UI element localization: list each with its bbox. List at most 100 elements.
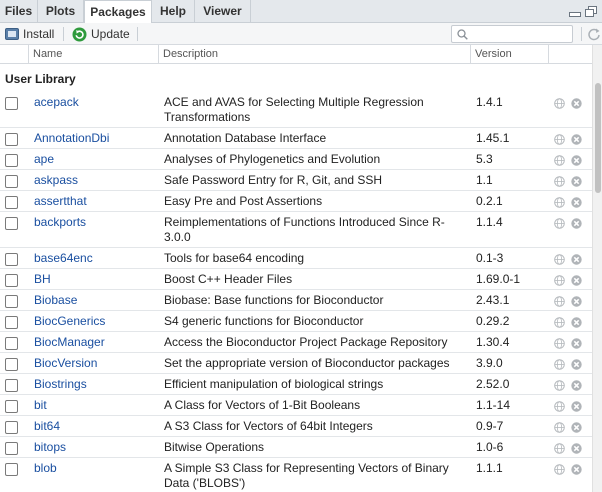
package-search-input[interactable] bbox=[472, 27, 570, 41]
globe-icon[interactable] bbox=[554, 197, 565, 208]
package-name-link[interactable]: BiocVersion bbox=[34, 356, 97, 370]
globe-icon[interactable] bbox=[554, 338, 565, 349]
package-load-checkbox[interactable] bbox=[5, 442, 18, 455]
globe-icon[interactable] bbox=[554, 275, 565, 286]
package-load-checkbox[interactable] bbox=[5, 358, 18, 371]
package-description: Reimplementations of Functions Introduce… bbox=[164, 215, 445, 244]
globe-icon[interactable] bbox=[554, 422, 565, 433]
package-load-checkbox[interactable] bbox=[5, 400, 18, 413]
package-name-link[interactable]: assertthat bbox=[34, 194, 87, 208]
remove-icon[interactable] bbox=[571, 176, 582, 187]
package-load-checkbox[interactable] bbox=[5, 253, 18, 266]
package-name-link[interactable]: blob bbox=[34, 461, 57, 475]
package-load-checkbox[interactable] bbox=[5, 421, 18, 434]
remove-icon[interactable] bbox=[571, 464, 582, 475]
column-header-description[interactable]: Description bbox=[158, 45, 470, 64]
package-version: 2.52.0 bbox=[476, 377, 510, 391]
package-row: base64enc Tools for base64 encoding 0.1-3 bbox=[0, 248, 592, 269]
package-row: BiocManager Access the Bioconductor Proje… bbox=[0, 332, 592, 353]
package-load-checkbox[interactable] bbox=[5, 217, 18, 230]
scrollbar-thumb[interactable] bbox=[595, 83, 601, 193]
globe-icon[interactable] bbox=[554, 443, 565, 454]
tab-files[interactable]: Files bbox=[0, 0, 38, 23]
package-load-checkbox[interactable] bbox=[5, 175, 18, 188]
package-name-link[interactable]: bitops bbox=[34, 440, 66, 454]
package-name-link[interactable]: base64enc bbox=[34, 251, 93, 265]
update-button[interactable]: Update bbox=[72, 25, 130, 43]
package-load-checkbox[interactable] bbox=[5, 154, 18, 167]
globe-icon[interactable] bbox=[554, 317, 565, 328]
remove-icon[interactable] bbox=[571, 197, 582, 208]
globe-icon[interactable] bbox=[554, 98, 565, 109]
remove-icon[interactable] bbox=[571, 401, 582, 412]
package-name-link[interactable]: BiocGenerics bbox=[34, 314, 105, 328]
package-name-link[interactable]: ape bbox=[34, 152, 54, 166]
globe-icon[interactable] bbox=[554, 464, 565, 475]
refresh-icon[interactable] bbox=[587, 27, 601, 41]
globe-icon[interactable] bbox=[554, 254, 565, 265]
package-load-checkbox[interactable] bbox=[5, 463, 18, 476]
package-name-link[interactable]: bit bbox=[34, 398, 47, 412]
remove-icon[interactable] bbox=[571, 296, 582, 307]
remove-icon[interactable] bbox=[571, 359, 582, 370]
remove-icon[interactable] bbox=[571, 155, 582, 166]
package-load-checkbox[interactable] bbox=[5, 97, 18, 110]
package-name-link[interactable]: Biobase bbox=[34, 293, 77, 307]
minimize-icon[interactable] bbox=[569, 6, 581, 18]
install-label: Install bbox=[23, 27, 55, 41]
package-name-link[interactable]: BiocManager bbox=[34, 335, 105, 349]
globe-icon[interactable] bbox=[554, 296, 565, 307]
package-name-link[interactable]: askpass bbox=[34, 173, 78, 187]
globe-icon[interactable] bbox=[554, 380, 565, 391]
remove-icon[interactable] bbox=[571, 275, 582, 286]
packages-toolbar: Install Update bbox=[0, 23, 602, 45]
package-search-box[interactable] bbox=[451, 25, 573, 43]
package-name-link[interactable]: AnnotationDbi bbox=[34, 131, 109, 145]
remove-icon[interactable] bbox=[571, 317, 582, 328]
globe-icon[interactable] bbox=[554, 401, 565, 412]
package-row: bit A Class for Vectors of 1-Bit Booleans… bbox=[0, 395, 592, 416]
remove-icon[interactable] bbox=[571, 254, 582, 265]
tab-viewer[interactable]: Viewer bbox=[195, 0, 251, 23]
package-name-link[interactable]: backports bbox=[34, 215, 86, 229]
package-version: 1.30.4 bbox=[476, 335, 510, 349]
package-load-checkbox[interactable] bbox=[5, 379, 18, 392]
globe-icon[interactable] bbox=[554, 359, 565, 370]
remove-icon[interactable] bbox=[571, 338, 582, 349]
maximize-icon[interactable] bbox=[585, 6, 597, 18]
package-name-link[interactable]: acepack bbox=[34, 95, 79, 109]
tab-plots[interactable]: Plots bbox=[38, 0, 84, 23]
vertical-scrollbar[interactable] bbox=[592, 45, 602, 492]
install-button[interactable]: Install bbox=[5, 25, 54, 43]
package-version: 1.69.0-1 bbox=[476, 272, 521, 286]
package-name-link[interactable]: Biostrings bbox=[34, 377, 87, 391]
package-load-checkbox[interactable] bbox=[5, 316, 18, 329]
tab-packages[interactable]: Packages bbox=[84, 0, 152, 24]
column-header-actions bbox=[548, 45, 592, 64]
packages-list: User Library acepack ACE and AVAS for Sel… bbox=[0, 64, 592, 492]
pane-tab-bar: Files Plots Packages Help Viewer bbox=[0, 0, 602, 24]
package-load-checkbox[interactable] bbox=[5, 133, 18, 146]
remove-icon[interactable] bbox=[571, 98, 582, 109]
column-header-version[interactable]: Version bbox=[470, 45, 548, 64]
tab-help[interactable]: Help bbox=[152, 0, 195, 23]
remove-icon[interactable] bbox=[571, 422, 582, 433]
package-version: 1.4.1 bbox=[476, 95, 503, 109]
globe-icon[interactable] bbox=[554, 218, 565, 229]
remove-icon[interactable] bbox=[571, 443, 582, 454]
globe-icon[interactable] bbox=[554, 176, 565, 187]
globe-icon[interactable] bbox=[554, 155, 565, 166]
package-load-checkbox[interactable] bbox=[5, 295, 18, 308]
package-load-checkbox[interactable] bbox=[5, 274, 18, 287]
package-name-link[interactable]: BH bbox=[34, 272, 51, 286]
remove-icon[interactable] bbox=[571, 134, 582, 145]
remove-icon[interactable] bbox=[571, 380, 582, 391]
remove-icon[interactable] bbox=[571, 218, 582, 229]
package-row: ape Analyses of Phylogenetics and Evoluti… bbox=[0, 149, 592, 170]
package-load-checkbox[interactable] bbox=[5, 337, 18, 350]
package-load-checkbox[interactable] bbox=[5, 196, 18, 209]
globe-icon[interactable] bbox=[554, 134, 565, 145]
column-header-name[interactable]: Name bbox=[28, 45, 158, 64]
package-name-link[interactable]: bit64 bbox=[34, 419, 60, 433]
package-description: A Class for Vectors of 1-Bit Booleans bbox=[164, 398, 361, 412]
